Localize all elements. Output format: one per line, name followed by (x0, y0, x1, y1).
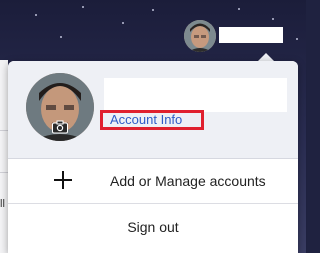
background-page-edge: ll (0, 60, 8, 253)
sign-out-item[interactable]: Sign out (8, 204, 298, 248)
header-user-name-redacted (219, 27, 283, 43)
popup-caret (258, 53, 274, 61)
account-summary: Account Info (8, 61, 298, 159)
add-manage-accounts-item[interactable]: Add or Manage accounts (8, 159, 298, 204)
account-name-redacted (104, 78, 287, 112)
sign-out-label: Sign out (127, 219, 179, 235)
plus-icon (54, 171, 72, 189)
account-info-link[interactable]: Account Info (100, 110, 204, 130)
add-manage-accounts-label: Add or Manage accounts (110, 173, 266, 189)
account-menu-popup: Account Info Add or Manage accounts Sign… (8, 61, 298, 253)
header-avatar[interactable] (184, 20, 216, 52)
camera-icon[interactable] (52, 120, 68, 134)
